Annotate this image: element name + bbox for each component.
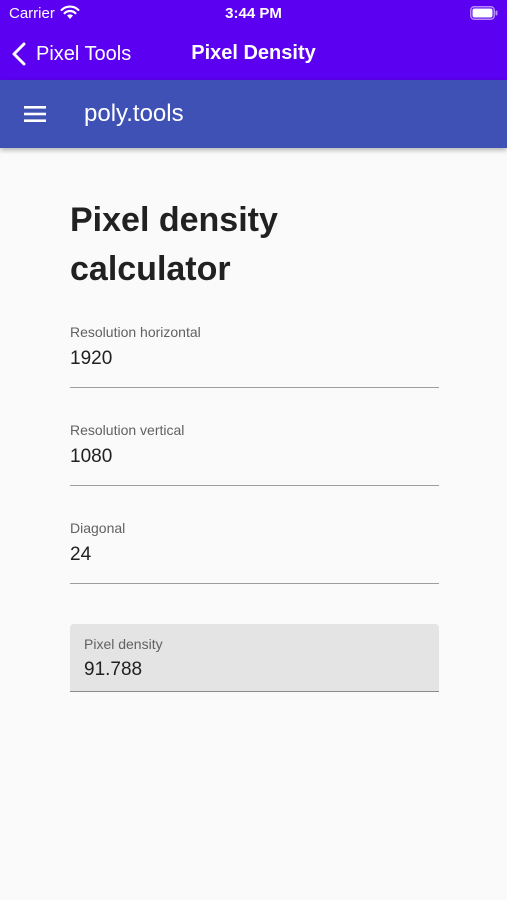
- nav-title: Pixel Density: [191, 42, 316, 64]
- result-label: Pixel density: [84, 636, 163, 652]
- app-bar: poly.tools: [0, 80, 507, 148]
- page-title: Pixel density calculator: [70, 201, 278, 288]
- status-time: 3:44 PM: [225, 5, 282, 22]
- app-title: poly.tools: [84, 100, 184, 127]
- resolution-vertical-field: Resolution vertical: [70, 422, 439, 486]
- status-bar: Carrier 3:44 PM: [0, 0, 507, 28]
- resolution-vertical-input[interactable]: [70, 444, 439, 470]
- diagonal-field: Diagonal: [70, 520, 439, 584]
- pixel-density-value: 91.788: [84, 659, 143, 680]
- resolution-horizontal-field: Resolution horizontal: [70, 324, 439, 388]
- calculator-form: Pixel density calculator Resolution hori…: [70, 196, 439, 692]
- field-label: Resolution vertical: [70, 422, 185, 438]
- battery-icon: [470, 6, 498, 20]
- diagonal-input[interactable]: [70, 542, 439, 568]
- resolution-horizontal-input[interactable]: [70, 346, 439, 372]
- hamburger-menu-icon[interactable]: [18, 99, 52, 129]
- pixel-density-result: Pixel density 91.788: [70, 624, 439, 692]
- field-label: Diagonal: [70, 520, 126, 536]
- navigation-bar: Pixel Tools Pixel Density: [0, 28, 507, 80]
- field-label: Resolution horizontal: [70, 324, 201, 340]
